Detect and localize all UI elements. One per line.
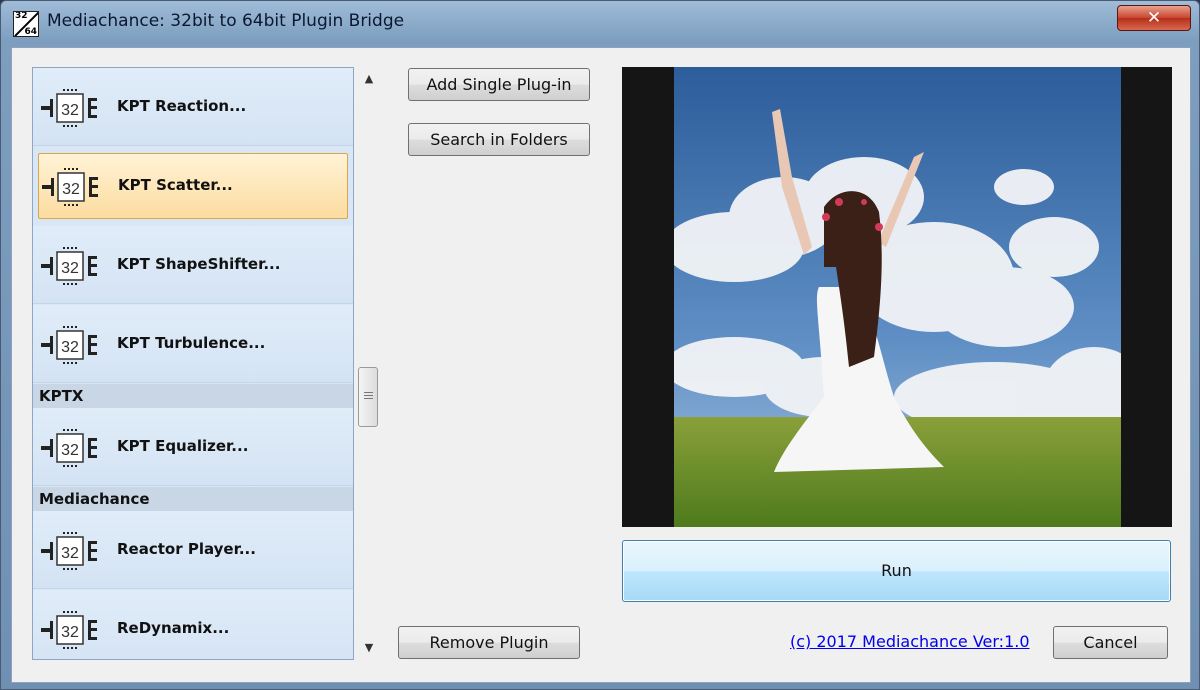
list-item-label: KPT ShapeShifter... — [117, 255, 281, 273]
scroll-up-arrow-icon[interactable]: ▲ — [356, 67, 382, 91]
add-single-plugin-button[interactable]: Add Single Plug-in — [408, 68, 590, 101]
list-item[interactable]: 32 KPT Equalizer... — [33, 408, 353, 486]
chip-number: 32 — [61, 545, 79, 562]
list-item[interactable]: 32 KPT Turbulence... — [33, 305, 353, 383]
plugin-chip-icon: 32 — [41, 89, 97, 127]
list-item-label: Reactor Player... — [117, 540, 256, 558]
run-button[interactable]: Run — [622, 540, 1171, 602]
grip-icon — [364, 392, 373, 393]
chip-number: 32 — [61, 624, 79, 641]
list-item-label: KPT Equalizer... — [117, 437, 249, 455]
plugin-chip-icon: 32 — [41, 532, 97, 570]
plugin-list[interactable]: 32 KPT Reaction... 32 KPT Scatter... 32 … — [32, 67, 354, 660]
list-item-label: KPT Reaction... — [117, 97, 247, 115]
plugin-chip-icon: 32 — [41, 611, 97, 649]
app-icon-top-number: 32 — [15, 11, 28, 21]
remove-plugin-button[interactable]: Remove Plugin — [398, 626, 580, 659]
search-in-folders-button[interactable]: Search in Folders — [408, 123, 590, 156]
list-item[interactable]: 32 ReDynamix... — [33, 590, 353, 659]
window-title: Mediachance: 32bit to 64bit Plugin Bridg… — [47, 11, 405, 31]
list-scrollbar[interactable]: ▲ ▼ — [356, 67, 382, 660]
chip-number: 32 — [61, 339, 79, 356]
plugin-chip-icon: 32 — [41, 429, 97, 467]
dialog-body: 32 KPT Reaction... 32 KPT Scatter... 32 … — [11, 47, 1191, 683]
plugin-chip-icon: 32 — [41, 326, 97, 364]
app-icon-bottom-number: 64 — [24, 27, 37, 37]
chip-number: 32 — [61, 260, 79, 277]
chip-number: 32 — [62, 181, 80, 198]
close-icon: ✕ — [1146, 8, 1162, 28]
scroll-thumb[interactable] — [358, 367, 378, 427]
window-frame: 32 64 Mediachance: 32bit to 64bit Plugin… — [0, 0, 1200, 690]
group-header-mediachance: Mediachance — [33, 487, 353, 511]
list-item[interactable]: 32 KPT Reaction... — [33, 68, 353, 146]
list-item-label: KPT Scatter... — [118, 176, 233, 194]
list-item-label: KPT Turbulence... — [117, 334, 266, 352]
title-bar[interactable]: 32 64 Mediachance: 32bit to 64bit Plugin… — [1, 1, 1200, 45]
list-item[interactable]: 32 Reactor Player... — [33, 511, 353, 589]
chip-number: 32 — [61, 102, 79, 119]
list-item-label: ReDynamix... — [117, 619, 230, 637]
list-item[interactable]: 32 KPT ShapeShifter... — [33, 226, 353, 304]
chip-number: 32 — [61, 442, 79, 459]
scroll-down-arrow-icon[interactable]: ▼ — [356, 636, 382, 660]
preview-image — [674, 67, 1121, 527]
plugin-chip-icon: 32 — [41, 247, 97, 285]
version-link[interactable]: (c) 2017 Mediachance Ver:1.0 — [790, 632, 1030, 651]
plugin-chip-icon: 32 — [42, 168, 98, 206]
group-header-kptx: KPTX — [33, 384, 353, 408]
list-item-selected[interactable]: 32 KPT Scatter... — [38, 153, 348, 219]
close-button[interactable]: ✕ — [1117, 5, 1191, 31]
app-icon: 32 64 — [13, 11, 39, 37]
preview-panel — [622, 67, 1172, 527]
cancel-button[interactable]: Cancel — [1053, 626, 1168, 659]
